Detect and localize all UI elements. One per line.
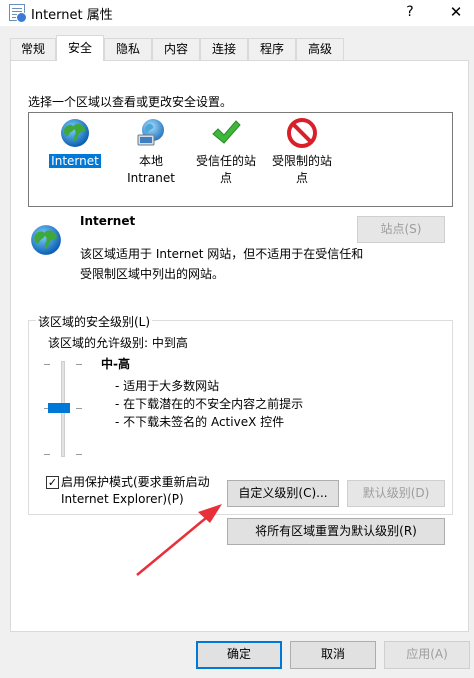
zone-local-intranet-label-2: Intranet — [127, 171, 175, 185]
slider-tick — [76, 408, 82, 409]
help-button[interactable]: ? — [398, 1, 422, 23]
level-details: - 适用于大多数网站 - 在下载潜在的不安全内容之前提示 - 不下载未签名的 A… — [115, 377, 303, 431]
globe-icon — [61, 119, 89, 147]
zone-trusted-sites[interactable]: 受信任的站 点 — [191, 117, 261, 187]
title-bar: Internet 属性 ? ✕ — [0, 0, 474, 26]
security-level-group-title: 该区域的安全级别(L) — [36, 313, 153, 330]
tab-security[interactable]: 安全 — [56, 35, 104, 61]
zone-local-intranet-label-1: 本地 — [138, 154, 163, 168]
tab-content[interactable]: 内容 — [152, 38, 200, 60]
protected-mode-checkbox[interactable]: ✓ — [46, 476, 59, 489]
intranet-globe-icon — [137, 119, 164, 146]
ok-button[interactable]: 确定 — [196, 641, 282, 669]
slider-tick — [76, 364, 82, 365]
tab-privacy[interactable]: 隐私 — [104, 38, 152, 60]
window-title: Internet 属性 — [31, 8, 113, 23]
internet-options-icon — [9, 4, 27, 23]
checkmark-icon — [212, 120, 241, 144]
security-tab-panel: 选择一个区域以查看或更改安全设置。 Internet 本地 Intranet 受… — [10, 60, 469, 632]
zone-internet[interactable]: Internet — [45, 117, 105, 170]
globe-icon — [31, 225, 61, 255]
slider-tick — [44, 364, 50, 365]
reset-all-zones-button[interactable]: 将所有区域重置为默认级别(R) — [227, 518, 445, 545]
default-level-button[interactable]: 默认级别(D) — [347, 480, 445, 507]
cancel-button[interactable]: 取消 — [290, 641, 376, 669]
level-detail-item: - 不下载未签名的 ActiveX 控件 — [115, 415, 285, 429]
restricted-icon — [287, 118, 317, 148]
tab-connections[interactable]: 连接 — [200, 38, 248, 60]
allowed-levels-text: 该区域的允许级别: 中到高 — [48, 336, 188, 350]
zone-trusted-label-1: 受信任的站 — [195, 154, 256, 168]
level-detail-item: - 在下载潜在的不安全内容之前提示 — [115, 397, 304, 411]
zone-info-title: Internet — [80, 214, 136, 228]
zone-list: Internet 本地 Intranet 受信任的站 点 受限制的站 点 — [28, 112, 453, 207]
zone-internet-label: Internet — [49, 154, 101, 168]
zone-trusted-label-2: 点 — [219, 171, 232, 185]
level-name: 中-高 — [101, 357, 130, 371]
close-button[interactable]: ✕ — [444, 1, 468, 23]
zone-restricted-label-2: 点 — [295, 171, 308, 185]
zone-select-caption: 选择一个区域以查看或更改安全设置。 — [28, 95, 233, 109]
zone-restricted-sites[interactable]: 受限制的站 点 — [267, 117, 337, 187]
custom-level-button[interactable]: 自定义级别(C)... — [227, 480, 339, 507]
zone-local-intranet[interactable]: 本地 Intranet — [121, 117, 181, 187]
protected-mode-label[interactable]: 启用保护模式(要求重新启动 Internet Explorer)(P) — [61, 474, 210, 508]
apply-button[interactable]: 应用(A) — [384, 641, 470, 669]
sites-button[interactable]: 站点(S) — [357, 216, 445, 243]
security-level-slider-thumb[interactable] — [48, 403, 70, 413]
zone-restricted-label-1: 受限制的站 — [271, 154, 332, 168]
zone-info-description: 该区域适用于 Internet 网站，但不适用于在受信任和受限制区域中列出的网站… — [80, 247, 364, 281]
slider-tick — [44, 454, 50, 455]
level-detail-item: - 适用于大多数网站 — [115, 379, 220, 393]
slider-tick — [76, 454, 82, 455]
tab-general[interactable]: 常规 — [10, 38, 56, 60]
tab-advanced[interactable]: 高级 — [296, 38, 344, 60]
tab-programs[interactable]: 程序 — [248, 38, 296, 60]
